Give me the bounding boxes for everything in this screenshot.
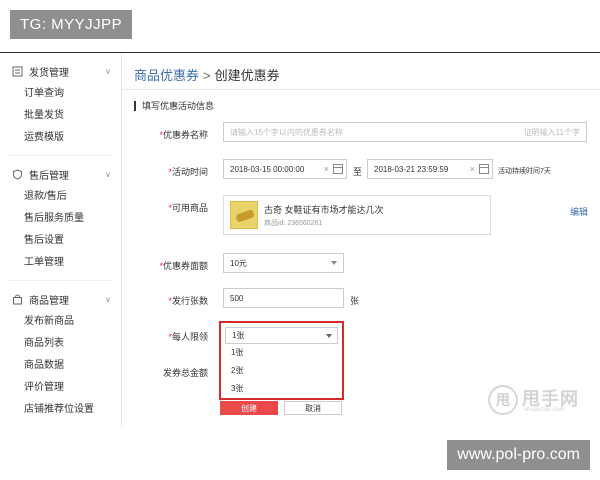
calendar-icon[interactable] — [479, 164, 489, 174]
product-thumbnail — [230, 201, 258, 229]
chevron-down-icon: ∨ — [105, 294, 111, 304]
coupon-amount-select[interactable]: 10元 — [223, 253, 344, 273]
calendar-icon[interactable] — [333, 164, 343, 174]
sidebar-item-recommend-slots[interactable]: 店铺推荐位设置 — [0, 399, 121, 421]
sidebar-item-bulk-ship[interactable]: 批量发货 — [0, 105, 121, 127]
end-time-input[interactable]: 2018-03-21 23:59:59 × — [367, 159, 493, 179]
breadcrumb-separator: > — [203, 68, 211, 83]
end-time-value: 2018-03-21 23:59:59 — [374, 164, 449, 174]
page-title: 创建优惠券 — [214, 68, 280, 83]
coupon-name-label: *优惠券名称 — [159, 130, 208, 140]
dropdown-option[interactable]: 1张 — [221, 344, 342, 362]
chevron-down-icon — [326, 333, 332, 338]
chevron-down-icon — [331, 261, 337, 265]
issue-count-input[interactable]: 500 — [223, 288, 344, 308]
breadcrumb-parent-link[interactable]: 商品优惠券 — [134, 68, 199, 83]
sidebar: 发货管理 ∨ 订单查询 批量发货 运费模版 售后管理 ∨ 退款/售后 售后服务质… — [0, 53, 122, 426]
product-name: 古奇 女鞋证有市场才能达几次 — [264, 205, 384, 215]
coupon-name-input[interactable]: 请输入15个字以内的优惠券名称 证明输入11个字 — [223, 122, 587, 142]
clear-icon[interactable]: × — [324, 164, 329, 174]
watermark-bottom-right: www.pol-pro.com — [447, 440, 590, 470]
logo-mark-icon: 甩 — [488, 385, 518, 415]
dropdown-option[interactable]: 2张 — [221, 362, 342, 380]
bag-icon — [12, 293, 23, 305]
coupon-amount-label: *优惠券面额 — [159, 261, 208, 271]
sidebar-item-aftersale-settings[interactable]: 售后设置 — [0, 230, 121, 252]
sidebar-group-label: 售后管理 — [29, 170, 69, 182]
list-icon — [12, 66, 23, 77]
create-button[interactable]: 创建 — [220, 401, 278, 415]
sidebar-group-label: 发货管理 — [29, 67, 69, 79]
edit-product-link[interactable]: 编辑 — [570, 205, 588, 218]
chevron-down-icon: ∨ — [105, 169, 111, 179]
sidebar-item-order-query[interactable]: 订单查询 — [0, 83, 121, 105]
sidebar-item-product-data[interactable]: 商品数据 — [0, 355, 121, 377]
sidebar-item-shipping-template[interactable]: 运费模版 — [0, 127, 121, 149]
per-user-limit-select[interactable]: 1张 — [225, 327, 338, 344]
coupon-name-placeholder: 请输入15个字以内的优惠券名称 — [230, 127, 343, 137]
issue-count-unit: 张 — [350, 296, 360, 306]
sidebar-item-product-list[interactable]: 商品列表 — [0, 333, 121, 355]
duration-note: 活动持续时间7天 — [498, 168, 551, 175]
cancel-button[interactable]: 取消 — [284, 401, 342, 415]
issue-count-value: 500 — [230, 293, 244, 303]
brand-logo: 甩 甩手网 shuaishou.com — [488, 385, 598, 417]
per-user-limit-label: *每人限领 — [168, 332, 208, 342]
sidebar-item-new-product[interactable]: 发布新商品 — [0, 311, 121, 333]
clear-icon[interactable]: × — [470, 164, 475, 174]
divider — [8, 280, 113, 281]
divider — [122, 89, 600, 90]
issue-count-label: *发行张数 — [168, 296, 208, 306]
sidebar-item-service-quality[interactable]: 售后服务质量 — [0, 208, 121, 230]
section-title: 填写优惠活动信息 — [134, 101, 214, 111]
sidebar-group-label: 商品管理 — [29, 295, 69, 307]
dropdown-option[interactable]: 3张 — [221, 380, 342, 398]
start-time-value: 2018-03-15 00:00:00 — [230, 164, 305, 174]
shield-icon — [12, 168, 23, 180]
coupon-amount-value: 10元 — [230, 258, 247, 268]
coupon-name-hint: 证明输入11个字 — [523, 127, 580, 137]
per-user-limit-value: 1张 — [232, 331, 245, 340]
start-time-input[interactable]: 2018-03-15 00:00:00 × — [223, 159, 347, 179]
watermark-top-left: TG: MYYJJPP — [10, 10, 133, 39]
sidebar-group-aftersale[interactable]: 售后管理 ∨ — [0, 162, 121, 186]
divider — [8, 155, 113, 156]
breadcrumb: 商品优惠券 > 创建优惠券 — [134, 65, 280, 84]
sidebar-item-tickets[interactable]: 工单管理 — [0, 252, 121, 274]
sidebar-item-reviews[interactable]: 评价管理 — [0, 377, 121, 399]
sidebar-group-shipping[interactable]: 发货管理 ∨ — [0, 59, 121, 83]
product-label: *可用商品 — [168, 203, 208, 213]
sidebar-item-refund[interactable]: 退款/售后 — [0, 186, 121, 208]
time-range-separator: 至 — [353, 167, 363, 177]
activity-time-label: *活动时间 — [168, 167, 208, 177]
total-amount-label: 发券总金额 — [162, 368, 208, 378]
per-user-limit-dropdown[interactable]: 1张 1张 2张 3张 — [219, 321, 344, 400]
selected-product-card: 古奇 女鞋证有市场才能达几次 商品id: 236560261 — [223, 195, 491, 235]
logo-domain: shuaishou.com — [524, 407, 565, 413]
product-id: 商品id: 236560261 — [264, 220, 323, 227]
chevron-down-icon: ∨ — [105, 66, 111, 76]
main-content: 商品优惠券 > 创建优惠券 填写优惠活动信息 *优惠券名称 请输入15个字以内的优惠… — [122, 53, 600, 426]
sidebar-group-products[interactable]: 商品管理 ∨ — [0, 287, 121, 311]
